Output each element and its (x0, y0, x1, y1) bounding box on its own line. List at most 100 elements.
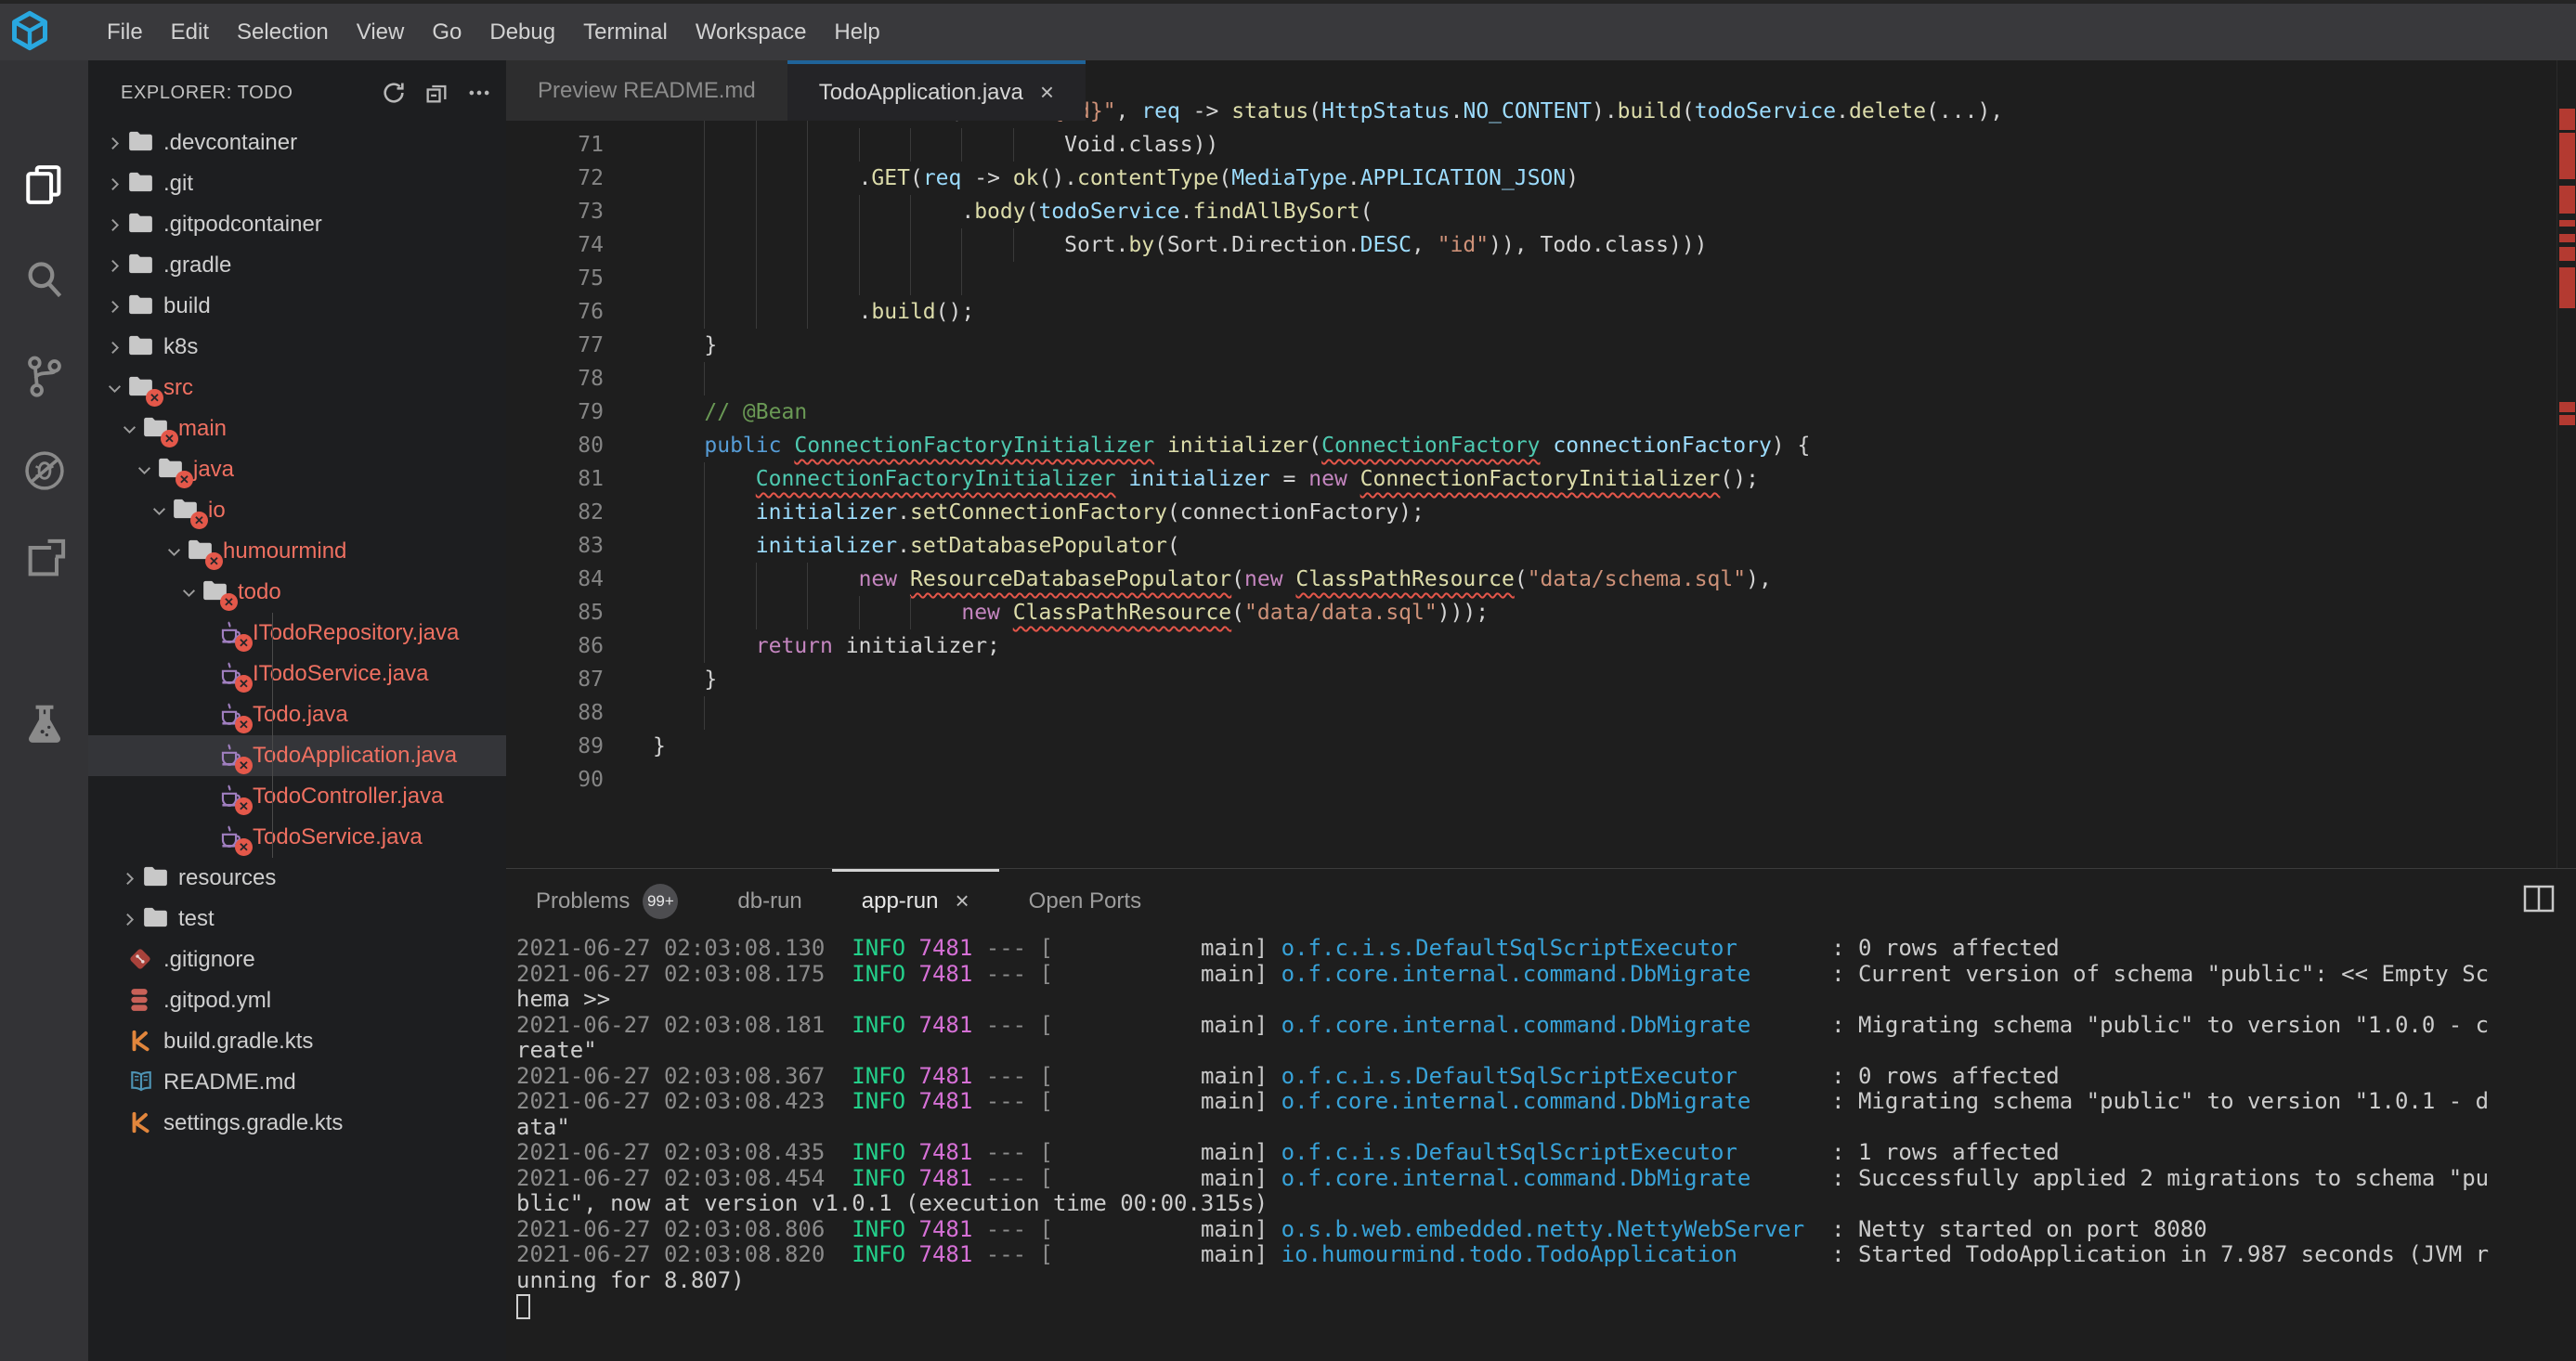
plugins-icon[interactable] (19, 534, 71, 586)
menu-edit[interactable]: Edit (157, 4, 223, 60)
sidebar-item-itodorepository-java[interactable]: ✕ITodoRepository.java (88, 613, 506, 654)
log-segment: 7481 (919, 961, 973, 987)
line-number: 85 (506, 601, 604, 625)
log-segment: INFO (852, 1088, 905, 1114)
log-line: blic", now at version v1.0.1 (execution … (516, 1191, 2489, 1217)
code-text: Void.class)) (653, 128, 2556, 162)
panel-tab-app-run[interactable]: app-run× (832, 869, 999, 930)
terminal-cursor-line (516, 1293, 2489, 1319)
search-icon[interactable] (19, 253, 71, 305)
sidebar-item-devcontainer[interactable]: .devcontainer (88, 123, 506, 163)
menu-view[interactable]: View (343, 4, 419, 60)
item-label: Todo.java (253, 702, 348, 728)
chevron-down-icon[interactable] (160, 540, 188, 563)
more-actions-icon[interactable] (463, 77, 495, 109)
menu-file[interactable]: File (93, 4, 157, 60)
sidebar-item-readme-md[interactable]: README.md (88, 1062, 506, 1103)
sidebar-item-gitignore[interactable]: .gitignore (88, 940, 506, 980)
indent-guide (704, 496, 705, 529)
panel-tab-db-run[interactable]: db-run (708, 869, 831, 930)
chevron-right-icon[interactable] (100, 254, 128, 277)
sidebar-item-build-gradle-kts[interactable]: build.gradle.kts (88, 1021, 506, 1062)
sidebar-item-gradle[interactable]: .gradle (88, 245, 506, 286)
split-panel-icon[interactable] (2522, 884, 2556, 914)
overview-ruler-scrollbar[interactable] (2556, 60, 2576, 868)
menu-terminal[interactable]: Terminal (569, 4, 682, 60)
log-segment: main] (1201, 961, 1281, 987)
chevron-right-icon[interactable] (100, 295, 128, 318)
sidebar-item-todo-java[interactable]: ✕Todo.java (88, 694, 506, 735)
menu-help[interactable]: Help (820, 4, 893, 60)
chevron-right-icon[interactable] (115, 867, 143, 889)
collapse-folders-icon[interactable] (421, 77, 452, 109)
close-icon[interactable]: × (955, 887, 969, 915)
log-segment: o.f.c.i.s.DefaultSqlScriptExecutor (1281, 1139, 1737, 1165)
code-line-76: 76 .build(); (506, 295, 2556, 329)
log-segment (1053, 1063, 1201, 1089)
sidebar-item-git[interactable]: .git (88, 163, 506, 204)
item-label: resources (178, 865, 276, 891)
error-badge: ✕ (190, 512, 208, 529)
code-text: initializer.setDatabasePopulator( (653, 529, 2556, 563)
sidebar-item-main[interactable]: ✕main (88, 408, 506, 449)
chevron-down-icon[interactable] (115, 418, 143, 440)
chevron-down-icon[interactable] (130, 459, 158, 481)
token: ConnectionFactory (1321, 434, 1540, 458)
panel-tab-open-ports[interactable]: Open Ports (999, 869, 1171, 930)
token: . (859, 300, 872, 324)
chevron-right-icon[interactable] (100, 173, 128, 195)
log-segment: : Started TodoApplication in 7.987 secon… (1737, 1241, 2489, 1267)
sidebar-item-java[interactable]: ✕java (88, 449, 506, 490)
menu-selection[interactable]: Selection (223, 4, 343, 60)
token: findAllBySort (1193, 200, 1360, 224)
sidebar-item-gitpod-yml[interactable]: .gitpod.yml (88, 980, 506, 1021)
sidebar-item-todocontroller-java[interactable]: ✕TodoController.java (88, 776, 506, 817)
tab-preview-readme-md[interactable]: Preview README.md (506, 60, 787, 121)
panel-tab-problems[interactable]: Problems99+ (506, 869, 708, 930)
source-control-icon[interactable] (19, 350, 71, 402)
sidebar-item-io[interactable]: ✕io (88, 490, 506, 531)
log-line: 2021-06-27 02:03:08.820 INFO 7481 --- [ … (516, 1242, 2489, 1268)
token (1154, 434, 1167, 458)
indent-guide (910, 228, 911, 262)
indent-guide (704, 162, 705, 195)
sidebar-item-build[interactable]: build (88, 286, 506, 327)
line-number: 72 (506, 166, 604, 190)
sidebar-item-settings-gradle-kts[interactable]: settings.gradle.kts (88, 1103, 506, 1144)
debug-disabled-icon[interactable] (19, 445, 71, 497)
refresh-icon[interactable] (378, 77, 410, 109)
tab-todoapplication-java[interactable]: TodoApplication.java× (787, 60, 1086, 121)
item-label: main (178, 416, 227, 442)
log-segment: unning for 8.807) (516, 1267, 745, 1293)
code-editor[interactable]: 70 .DELETE("/todo/{id}", req -> status(H… (506, 60, 2556, 868)
code-line-74: 74 Sort.by(Sort.Direction.DESC, "id")), … (506, 228, 2556, 262)
files-icon[interactable] (19, 159, 71, 211)
chevron-right-icon[interactable] (100, 214, 128, 236)
menu-workspace[interactable]: Workspace (682, 4, 821, 60)
log-segment: main] (1201, 1216, 1281, 1242)
terminal-app-run[interactable]: 2021-06-27 02:03:08.130 INFO 7481 --- [ … (516, 936, 2489, 1319)
sidebar-item-test[interactable]: test (88, 899, 506, 940)
chevron-down-icon[interactable] (175, 581, 202, 603)
close-icon[interactable]: × (1040, 78, 1054, 107)
token (1000, 601, 1013, 625)
chevron-right-icon[interactable] (100, 336, 128, 358)
sidebar-item-todo[interactable]: ✕todo (88, 572, 506, 613)
sidebar-item-todoservice-java[interactable]: ✕TodoService.java (88, 817, 506, 858)
sidebar-item-k8s[interactable]: k8s (88, 327, 506, 368)
indent-guide (910, 596, 911, 629)
sidebar-item-todoapplication-java[interactable]: ✕TodoApplication.java (88, 735, 506, 776)
chevron-right-icon[interactable] (115, 908, 143, 930)
sidebar-item-src[interactable]: ✕src (88, 368, 506, 408)
menu-debug[interactable]: Debug (475, 4, 569, 60)
menu-go[interactable]: Go (418, 4, 475, 60)
chevron-down-icon[interactable] (145, 499, 173, 522)
test-flask-icon[interactable] (19, 699, 71, 751)
chevron-right-icon[interactable] (100, 132, 128, 154)
sidebar-item-gitpodcontainer[interactable]: .gitpodcontainer (88, 204, 506, 245)
error-mark (2559, 267, 2575, 308)
sidebar-item-resources[interactable]: resources (88, 858, 506, 899)
chevron-down-icon[interactable] (100, 377, 128, 399)
sidebar-item-itodoservice-java[interactable]: ✕ITodoService.java (88, 654, 506, 694)
sidebar-item-humourmind[interactable]: ✕humourmind (88, 531, 506, 572)
